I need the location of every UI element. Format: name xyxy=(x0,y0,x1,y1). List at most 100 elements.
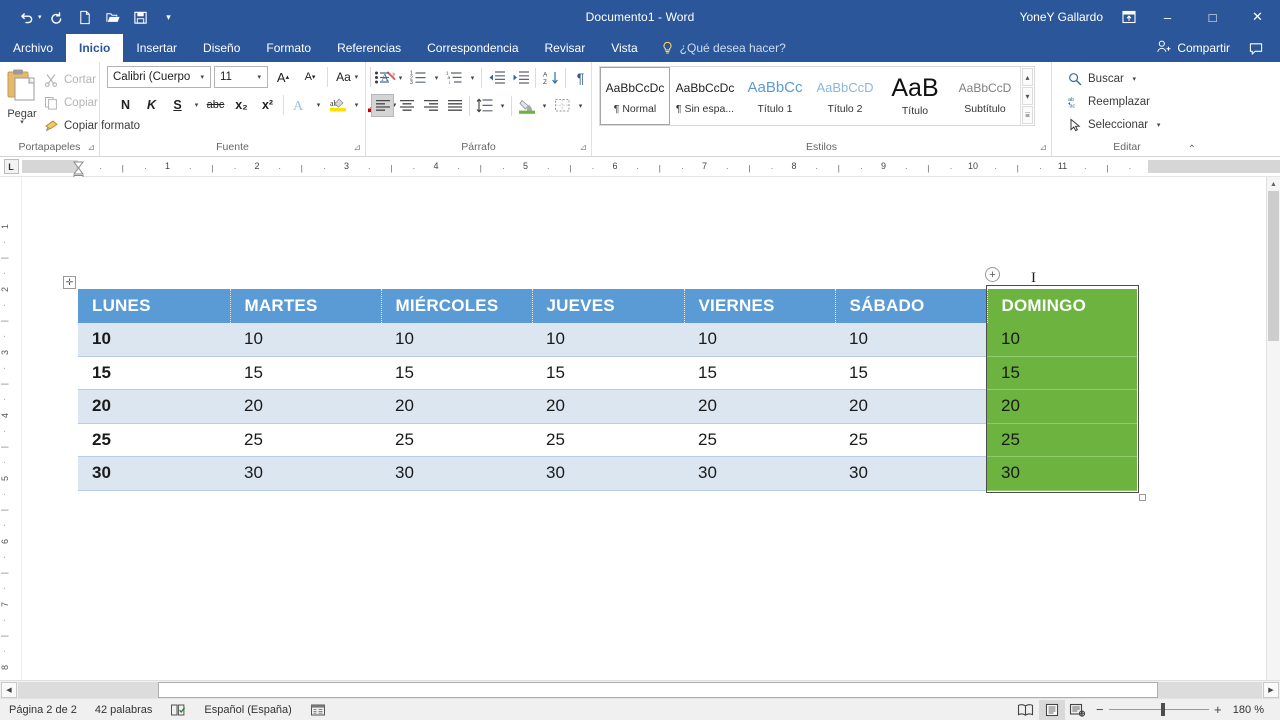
undo-button[interactable] xyxy=(14,4,40,30)
tab-stop-selector[interactable]: L xyxy=(0,157,22,176)
cell[interactable]: 25 xyxy=(78,423,230,457)
ribbon-display-options-icon[interactable] xyxy=(1113,0,1145,34)
header-sabado[interactable]: SÁBADO xyxy=(835,289,987,323)
cell[interactable]: 30 xyxy=(78,457,230,491)
word-count[interactable]: 42 palabras xyxy=(86,699,162,720)
minimize-button[interactable]: – xyxy=(1145,0,1190,34)
superscript-button[interactable]: x² xyxy=(255,93,280,116)
text-effects-caret[interactable]: ▾ xyxy=(313,101,324,109)
redo-button[interactable] xyxy=(44,4,70,30)
horizontal-scroll-track[interactable] xyxy=(18,682,1262,698)
grow-font-button[interactable]: A▴ xyxy=(271,66,295,88)
tab-referencias[interactable]: Referencias xyxy=(324,34,414,62)
cell[interactable]: 25 xyxy=(987,423,1137,457)
open-button[interactable] xyxy=(100,4,126,30)
cell[interactable]: 10 xyxy=(230,323,381,357)
shading-caret[interactable]: ▾ xyxy=(539,102,550,110)
close-button[interactable]: ✕ xyxy=(1235,0,1280,34)
horizontal-ruler[interactable]: L ·|·1·|·2·|·3·|·4·|·5·|·6·|·7·|·8·|·9·|… xyxy=(0,157,1280,177)
cell[interactable]: 15 xyxy=(684,356,835,390)
share-button[interactable]: Compartir xyxy=(1150,34,1236,62)
macro-icon[interactable] xyxy=(301,699,335,720)
styles-more-button[interactable]: ⩸ xyxy=(1022,106,1033,124)
zoom-slider[interactable] xyxy=(1109,702,1209,718)
strikethrough-button[interactable]: abc xyxy=(203,93,228,116)
cell[interactable]: 20 xyxy=(78,390,230,424)
header-miercoles[interactable]: MIÉRCOLES xyxy=(381,289,532,323)
change-case-button[interactable]: Aa▾ xyxy=(333,66,365,88)
chevron-down-icon[interactable]: ▾ xyxy=(253,73,265,81)
read-mode-button[interactable] xyxy=(1013,700,1039,720)
style-titulo[interactable]: AaB Título xyxy=(880,67,950,125)
horizontal-scrollbar[interactable]: ◀ ▶ xyxy=(0,680,1280,698)
cell[interactable]: 20 xyxy=(684,390,835,424)
tab-archivo[interactable]: Archivo xyxy=(0,34,66,62)
bullets-icon[interactable] xyxy=(371,66,394,89)
header-martes[interactable]: MARTES xyxy=(230,289,381,323)
save-button[interactable] xyxy=(128,4,154,30)
justify-icon[interactable] xyxy=(443,94,466,117)
font-size-combo[interactable]: 11 ▾ xyxy=(214,66,268,88)
cell[interactable]: 10 xyxy=(987,323,1137,357)
insert-column-button[interactable]: + xyxy=(985,267,1000,282)
cell[interactable]: 20 xyxy=(532,390,684,424)
cell[interactable]: 15 xyxy=(987,356,1137,390)
paste-dropdown-caret[interactable]: ▾ xyxy=(20,120,24,126)
increase-indent-icon[interactable] xyxy=(509,66,532,89)
table-move-handle[interactable]: ✛ xyxy=(63,276,76,289)
account-name[interactable]: YoneY Gallardo xyxy=(1010,10,1113,24)
page-indicator[interactable]: Página 2 de 2 xyxy=(0,699,86,720)
styles-dialog-launcher[interactable]: ⊿ xyxy=(1039,140,1047,155)
cell[interactable]: 25 xyxy=(230,423,381,457)
horizontal-scroll-thumb[interactable] xyxy=(158,682,1158,698)
header-lunes[interactable]: LUNES xyxy=(78,289,230,323)
tab-diseno[interactable]: Diseño xyxy=(190,34,253,62)
table-row[interactable]: 10 10 10 10 10 10 10 xyxy=(78,323,1137,357)
bullets-caret[interactable]: ▾ xyxy=(395,74,406,82)
scroll-right-arrow[interactable]: ▶ xyxy=(1263,682,1279,698)
bold-button[interactable]: N xyxy=(113,93,138,116)
ruler-track[interactable]: ·|·1·|·2·|·3·|·4·|·5·|·6·|·7·|·8·|·9·|·1… xyxy=(22,157,1280,176)
select-caret[interactable]: ▾ xyxy=(1153,121,1164,129)
paste-button[interactable]: Pegar ▾ xyxy=(5,66,39,126)
table-row[interactable]: 25 25 25 25 25 25 25 xyxy=(78,423,1137,457)
new-document-button[interactable] xyxy=(72,4,98,30)
borders-caret[interactable]: ▾ xyxy=(575,102,586,110)
cell[interactable]: 15 xyxy=(78,356,230,390)
cell[interactable]: 25 xyxy=(684,423,835,457)
tab-correspondencia[interactable]: Correspondencia xyxy=(414,34,531,62)
select-button[interactable]: Seleccionar ▾ xyxy=(1063,114,1168,135)
table-container[interactable]: ✛ + I LUNES MARTES MIÉRCOLES JUEVES VIER… xyxy=(78,289,1137,491)
font-dialog-launcher[interactable]: ⊿ xyxy=(353,140,361,155)
table-row[interactable]: 15 15 15 15 15 15 15 xyxy=(78,356,1137,390)
styles-scroll-down-button[interactable]: ▾ xyxy=(1022,87,1033,105)
highlight-button[interactable]: ab xyxy=(325,93,350,116)
numbering-caret[interactable]: ▾ xyxy=(431,74,442,82)
clipboard-dialog-launcher[interactable]: ⊿ xyxy=(87,140,95,155)
comments-icon[interactable] xyxy=(1240,31,1272,65)
underline-dropdown-caret[interactable]: ▾ xyxy=(191,101,202,109)
subscript-button[interactable]: x₂ xyxy=(229,93,254,116)
zoom-slider-thumb[interactable] xyxy=(1161,703,1165,716)
cell[interactable]: 15 xyxy=(835,356,987,390)
paragraph-dialog-launcher[interactable]: ⊿ xyxy=(579,140,587,155)
show-formatting-marks-icon[interactable]: ¶ xyxy=(569,66,592,89)
style-titulo-2[interactable]: AaBbCcD Título 2 xyxy=(810,67,880,125)
cell[interactable]: 25 xyxy=(532,423,684,457)
cell[interactable]: 20 xyxy=(381,390,532,424)
tab-formato[interactable]: Formato xyxy=(253,34,324,62)
header-viernes[interactable]: VIERNES xyxy=(684,289,835,323)
cell[interactable]: 20 xyxy=(987,390,1137,424)
table-row[interactable]: 30 30 30 30 30 30 30 xyxy=(78,457,1137,491)
tab-inicio[interactable]: Inicio xyxy=(66,34,123,62)
cell[interactable]: 30 xyxy=(987,457,1137,491)
highlight-caret[interactable]: ▾ xyxy=(351,101,362,109)
web-layout-button[interactable] xyxy=(1065,700,1091,720)
style-normal[interactable]: AaBbCcDc ¶ Normal xyxy=(600,67,670,125)
line-spacing-icon[interactable] xyxy=(473,94,496,117)
cell[interactable]: 30 xyxy=(532,457,684,491)
align-center-icon[interactable] xyxy=(395,94,418,117)
replace-button[interactable]: abac Reemplazar xyxy=(1063,91,1168,112)
document-canvas[interactable]: ✛ + I LUNES MARTES MIÉRCOLES JUEVES VIER… xyxy=(22,177,1280,680)
cell[interactable]: 10 xyxy=(684,323,835,357)
